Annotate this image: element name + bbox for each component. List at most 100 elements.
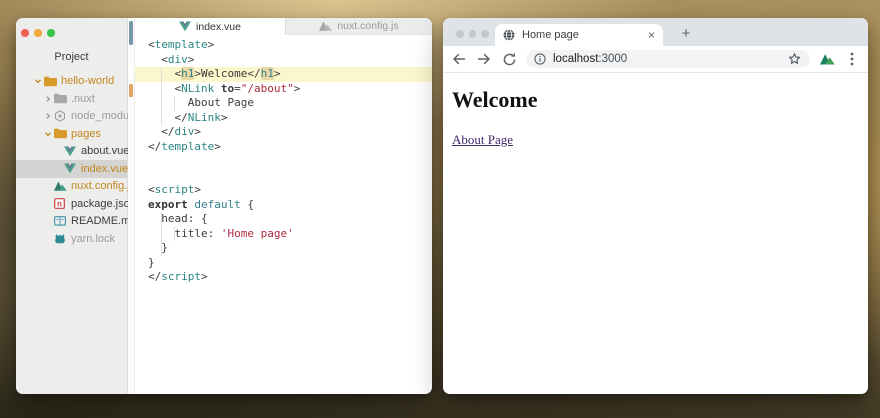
code-token-tag: div <box>175 125 195 138</box>
editor-scrollbar-gutter[interactable] <box>128 18 135 394</box>
code-token-txt: } <box>148 241 168 254</box>
tree-item-readme-md[interactable]: README.md <box>16 213 127 231</box>
editor-pane: index.vuenuxt.config.js <template> <div>… <box>128 18 432 394</box>
code-token-txt: head: { <box>148 212 208 225</box>
menu-kebab-icon[interactable] <box>844 51 860 67</box>
code-token-pun: </ <box>148 125 175 138</box>
back-icon[interactable] <box>451 51 467 67</box>
code-line: About Page <box>135 96 432 111</box>
url-port: :3000 <box>598 53 627 65</box>
code-token-txt: Welcome <box>201 67 247 80</box>
code-token-pun: </ <box>148 270 161 283</box>
tree-item--nuxt[interactable]: .nuxt <box>16 90 127 108</box>
code-token-pun: < <box>148 183 155 196</box>
nuxt-icon <box>319 21 332 31</box>
minimize-window-button[interactable] <box>34 29 42 37</box>
code-line: <div> <box>135 53 432 68</box>
chevron-down-icon[interactable] <box>44 130 54 138</box>
tree-item-nuxt-config-js[interactable]: nuxt.config.js <box>16 178 127 196</box>
code-token-taghl: h1 <box>261 67 274 80</box>
tree-item-about-vue[interactable]: about.vue <box>16 143 127 161</box>
tree-item-hello-world[interactable]: hello-world <box>16 73 127 91</box>
forward-icon[interactable] <box>476 51 492 67</box>
project-sidebar: Project hello-world.nuxtnode_modulespage… <box>16 18 128 394</box>
tab-close-icon[interactable]: × <box>648 29 655 41</box>
code-token-pun: > <box>194 67 201 80</box>
new-tab-button[interactable]: + <box>675 22 697 44</box>
browser-tab[interactable]: Home page × <box>495 24 663 46</box>
globe-favicon-icon <box>503 29 515 41</box>
chevron-right-icon[interactable] <box>44 95 54 103</box>
editor-tab-index-vue[interactable]: index.vue <box>135 18 285 35</box>
code-token-pun: </ <box>148 111 188 124</box>
address-bar[interactable]: localhost:3000 <box>526 50 810 68</box>
code-token-tag: script <box>155 183 195 196</box>
yarn-icon <box>54 233 67 244</box>
tree-item-label: index.vue <box>81 163 128 175</box>
tree-item-label: pages <box>71 128 101 140</box>
code-token-tag: NLink <box>188 111 221 124</box>
tree-item-node-modules[interactable]: node_modules <box>16 108 127 126</box>
editor-tab-bar: index.vue nuxt.config.js <box>135 18 432 35</box>
code-token-pun: > <box>208 38 215 51</box>
site-info-icon[interactable] <box>534 51 546 67</box>
code-token-pun: > <box>188 53 195 66</box>
minimize-window-button[interactable] <box>469 30 477 38</box>
tree-item-pages[interactable]: pages <box>16 125 127 143</box>
code-token-pun: > <box>274 67 281 80</box>
nuxt-icon <box>54 181 67 191</box>
editor-tab-nuxt-config-js[interactable]: nuxt.config.js <box>285 18 432 35</box>
vue-icon <box>64 146 77 157</box>
tree-item-label: README.md <box>71 215 136 227</box>
chevron-right-icon[interactable] <box>44 112 54 120</box>
extension-mountain-icon[interactable] <box>819 51 835 67</box>
code-token-pun: = <box>234 82 241 95</box>
tree-item-yarn-lock[interactable]: yarn.lock <box>16 230 127 248</box>
zoom-window-button[interactable] <box>481 30 489 38</box>
browser-tab-strip: Home page × + <box>443 18 868 46</box>
code-token-taghl: h1 <box>181 67 194 80</box>
code-line: title: 'Home page' <box>135 227 432 242</box>
code-token-pun: > <box>214 140 221 153</box>
code-editor[interactable]: <template> <div> <h1>Welcome</h1> <NLink… <box>135 35 432 285</box>
code-token-pun: < <box>148 53 168 66</box>
indent-guide <box>161 67 162 125</box>
code-token-tag: div <box>168 53 188 66</box>
code-token-str: "/about" <box>241 82 294 95</box>
chevron-down-icon[interactable] <box>34 77 44 85</box>
editor-window: Project hello-world.nuxtnode_modulespage… <box>16 18 432 394</box>
code-line: </script> <box>135 270 432 285</box>
code-token-pun: </ <box>148 140 161 153</box>
close-window-button[interactable] <box>21 29 29 37</box>
editor-tab-label: index.vue <box>196 21 241 33</box>
code-token-pun: > <box>201 270 208 283</box>
page-heading: Welcome <box>452 87 868 112</box>
zoom-window-button[interactable] <box>47 29 55 37</box>
tree-item-label: about.vue <box>81 145 129 157</box>
editor-tab-label: nuxt.config.js <box>337 20 398 32</box>
tree-item-label: package.json <box>71 198 136 210</box>
code-token-pun: </ <box>247 67 260 80</box>
scrollbar-thumb[interactable] <box>129 21 133 45</box>
reload-icon[interactable] <box>501 51 517 67</box>
code-line: head: { <box>135 212 432 227</box>
code-token-pun: > <box>194 183 201 196</box>
node-icon <box>54 110 67 122</box>
indent-guide <box>174 96 175 111</box>
tree-item-index-vue[interactable]: index.vue <box>16 160 127 178</box>
npm-icon: n <box>54 198 67 209</box>
code-token-pun: > <box>294 82 301 95</box>
file-tree: hello-world.nuxtnode_modulespages about.v… <box>16 73 127 248</box>
tree-item-package-json[interactable]: npackage.json <box>16 195 127 213</box>
code-token-tag: template <box>161 140 214 153</box>
bookmark-star-icon[interactable] <box>786 51 802 67</box>
code-token-str: 'Home page' <box>221 227 294 240</box>
code-token-pun: < <box>148 67 181 80</box>
code-token-pun: > <box>221 111 228 124</box>
code-token-pun: < <box>148 82 181 95</box>
browser-window-controls <box>456 30 489 38</box>
close-window-button[interactable] <box>456 30 464 38</box>
code-token-txt: { <box>241 198 254 211</box>
about-page-link[interactable]: About Page <box>452 132 513 148</box>
code-line: <NLink to="/about"> <box>135 82 432 97</box>
